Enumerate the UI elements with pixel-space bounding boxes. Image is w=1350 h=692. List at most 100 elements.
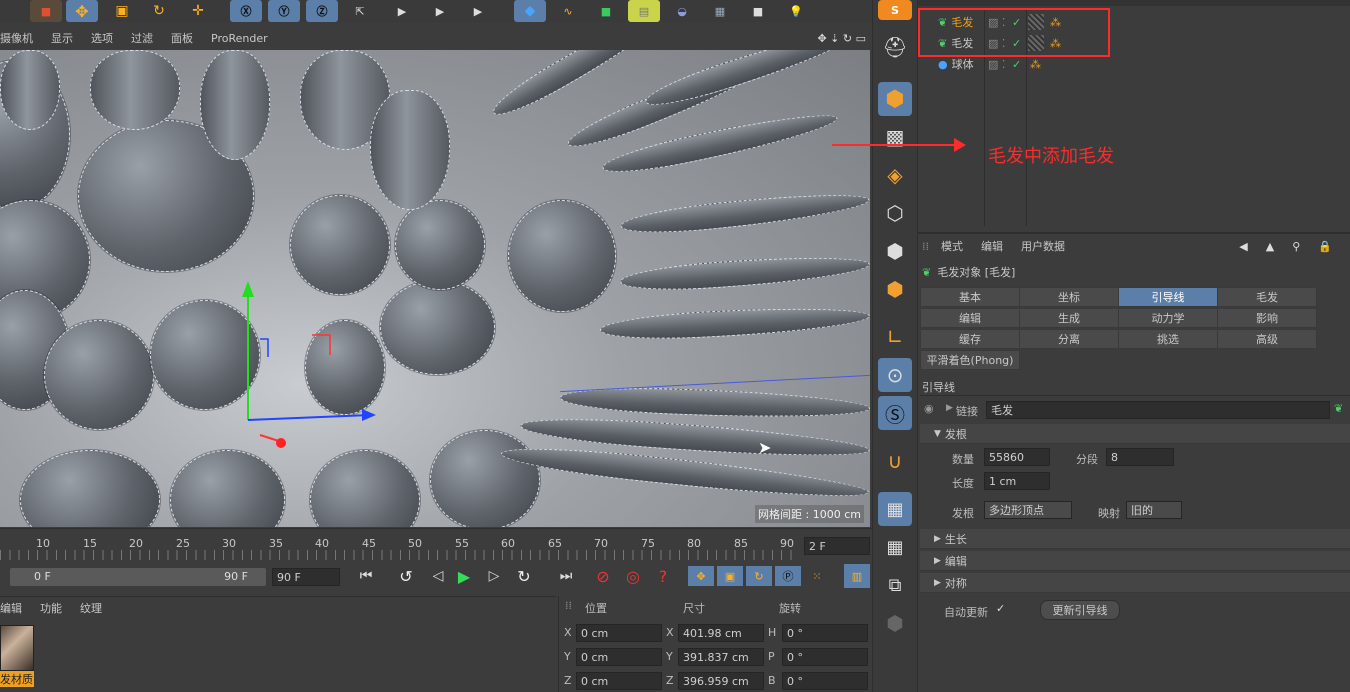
edit-section-header[interactable]: ▶ 编辑 (920, 551, 1350, 571)
next-frame-button[interactable]: ▷ (480, 566, 508, 586)
deformer-icon[interactable]: ◒ (666, 0, 698, 22)
update-guides-button[interactable]: 更新引导线 (1040, 600, 1120, 620)
key-move-icon[interactable]: ✥ (688, 566, 714, 586)
key-pla-icon[interactable]: ⁙ (804, 566, 830, 586)
lock-icon[interactable]: 🔒 (1318, 240, 1332, 253)
s-logo-icon[interactable]: S (878, 0, 912, 20)
tab-basic[interactable]: 基本 (920, 287, 1020, 307)
hair-link-icon[interactable]: ❦ (1334, 402, 1343, 415)
frame-range-slider[interactable]: 0 F 90 F (10, 568, 266, 586)
material-menu-function[interactable]: 功能 (40, 600, 62, 616)
spline-icon[interactable]: ∿ (552, 0, 584, 22)
workplane-lock-icon[interactable]: ▦ (878, 492, 912, 526)
tab-dynamics[interactable]: 动力学 (1118, 308, 1218, 328)
camera-icon[interactable]: ■ (742, 0, 774, 22)
material-thumbnail[interactable] (0, 625, 34, 671)
y-axis-icon[interactable]: Ⓨ (268, 0, 300, 22)
timeline-icon[interactable]: ▥ (844, 564, 870, 588)
symmetry-section-header[interactable]: ▶ 对称 (920, 573, 1350, 593)
root-section-header[interactable]: ▼ 发根 (920, 424, 1350, 444)
key-param-icon[interactable]: Ⓟ (775, 566, 801, 586)
autokey-icon[interactable]: ◎ (620, 566, 646, 586)
texture-icon[interactable]: ◈ (878, 158, 912, 192)
polygon-cube-icon[interactable]: ⬢ (878, 82, 912, 116)
tab-detach[interactable]: 分离 (1019, 329, 1119, 349)
visibility-dots-icon[interactable]: ▨ ⁚ (988, 58, 1005, 71)
axis-mode-icon[interactable]: ∟ (878, 320, 912, 354)
edges-icon[interactable]: ⬢ (878, 234, 912, 268)
enabled-check-icon[interactable]: ✓ (1012, 58, 1021, 71)
growth-section-header[interactable]: ▶ 生长 (920, 529, 1350, 549)
anim-dot-icon[interactable]: ◉ (924, 402, 934, 415)
rot-b-field[interactable]: 0 ° (782, 672, 868, 690)
segments-field[interactable]: 8 (1106, 448, 1174, 466)
mapping-dropdown[interactable]: 旧的 (1126, 501, 1182, 519)
floor-icon[interactable]: ▦ (704, 0, 736, 22)
axis-gizmo[interactable] (230, 275, 380, 455)
tab-generate[interactable]: 生成 (1019, 308, 1119, 328)
pos-z-field[interactable]: 0 cm (576, 672, 662, 690)
size-y-field[interactable]: 391.837 cm (678, 648, 764, 666)
keyframe-help-icon[interactable]: ? (650, 566, 676, 586)
menu-display[interactable]: 显示 (51, 30, 73, 46)
menu-filter[interactable]: 过滤 (131, 30, 153, 46)
tab-influence[interactable]: 影响 (1217, 308, 1317, 328)
move-icon[interactable]: ✥ (66, 0, 98, 22)
rot-h-field[interactable]: 0 ° (782, 624, 868, 642)
link-field[interactable]: 毛发 (986, 401, 1330, 419)
key-rotate-icon[interactable]: ↻ (746, 566, 772, 586)
x-axis-icon[interactable]: Ⓧ (230, 0, 262, 22)
tab-edit[interactable]: 编辑 (920, 308, 1020, 328)
length-field[interactable]: 1 cm (984, 472, 1050, 490)
prev-key-button[interactable]: ↺ (392, 566, 420, 586)
tab-hair[interactable]: 毛发 (1217, 287, 1317, 307)
material-tag-icon[interactable]: ⁂ (1030, 58, 1041, 71)
light-icon[interactable]: 💡 (780, 0, 812, 22)
key-scale-icon[interactable]: ▣ (717, 566, 743, 586)
size-z-field[interactable]: 396.959 cm (678, 672, 764, 690)
pos-y-field[interactable]: 0 cm (576, 648, 662, 666)
root-dropdown[interactable]: 多边形顶点 (984, 501, 1072, 519)
helmet-icon[interactable]: ⛑ (878, 30, 912, 64)
play-button[interactable]: ▶ (450, 566, 478, 586)
attr-menu-edit[interactable]: 编辑 (981, 238, 1003, 254)
attr-menu-mode[interactable]: 模式 (941, 238, 963, 254)
workplane-icon[interactable]: ▦ (878, 530, 912, 564)
coord-system-icon[interactable]: ⇱ (344, 0, 376, 22)
material-name[interactable]: 发材质 (0, 671, 34, 687)
tweak-icon[interactable]: ⊙ (878, 358, 912, 392)
goto-start-button[interactable]: ⏮ (352, 566, 380, 586)
end-frame-field[interactable]: 90 F (272, 568, 340, 586)
attr-menu-userdata[interactable]: 用户数据 (1021, 238, 1065, 254)
tab-advanced[interactable]: 高级 (1217, 329, 1317, 349)
expand-arrow-icon[interactable]: ▶ (946, 403, 953, 413)
search-icon[interactable]: ⚲ (1292, 240, 1300, 253)
up-arrow-icon[interactable]: ▲ (1266, 240, 1274, 253)
layout-icon[interactable]: ⧉ (878, 568, 912, 602)
pos-x-field[interactable]: 0 cm (576, 624, 662, 642)
z-axis-icon[interactable]: Ⓩ (306, 0, 338, 22)
material-menu-edit[interactable]: 编辑 (0, 600, 22, 616)
count-field[interactable]: 55860 (984, 448, 1050, 466)
3d-viewport[interactable]: ➤ 网格间距 : 1000 cm (0, 50, 870, 527)
rot-p-field[interactable]: 0 ° (782, 648, 868, 666)
snap-icon[interactable]: Ⓢ (878, 396, 912, 430)
transform-icon[interactable]: ✛ (182, 0, 214, 22)
checker-cube-icon[interactable]: ▩ (878, 120, 912, 154)
cube-icon[interactable]: ◆ (514, 0, 546, 22)
menu-options[interactable]: 选项 (91, 30, 113, 46)
auto-update-checkbox[interactable]: ✓ (996, 602, 1005, 615)
size-x-field[interactable]: 401.98 cm (678, 624, 764, 642)
points-icon[interactable]: ⬡ (878, 196, 912, 230)
view-nav-icons[interactable]: ✥ ⇣ ↻ ▭ (817, 32, 866, 45)
scale-icon[interactable]: ▣ (106, 0, 138, 22)
tab-guides[interactable]: 引导线 (1118, 287, 1218, 307)
record-icon[interactable]: ⊘ (590, 566, 616, 586)
rotate-icon[interactable]: ↻ (143, 0, 175, 22)
tab-select[interactable]: 挑选 (1118, 329, 1218, 349)
magnet-icon[interactable]: ∪ (878, 444, 912, 478)
next-key-button[interactable]: ↻ (510, 566, 538, 586)
render-settings-icon[interactable]: ▶ (462, 0, 494, 22)
current-frame-field[interactable]: 2 F (804, 537, 870, 555)
model-icon[interactable]: ■ (30, 0, 62, 22)
